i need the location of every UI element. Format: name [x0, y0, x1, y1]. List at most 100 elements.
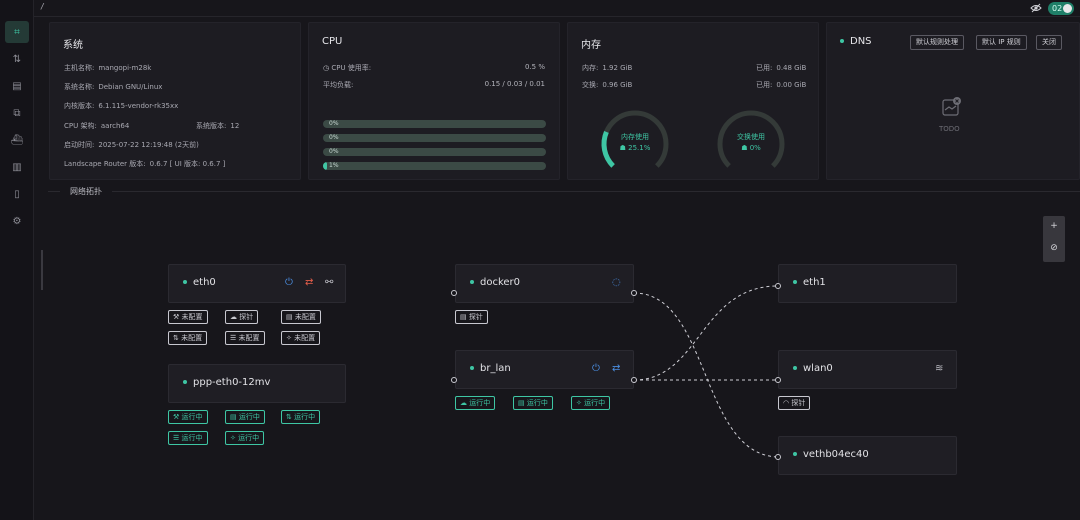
hostname-row: 主机名称: mangopi-m28k	[64, 64, 152, 72]
storage-icon: ▤	[518, 399, 527, 407]
link-icon[interactable]: ⚯	[325, 277, 333, 288]
memory-gauge: 内存使用 ☗ 25.1%	[600, 109, 670, 179]
loadavg-row: 平均负载:	[323, 81, 354, 89]
wlan0-port[interactable]	[775, 377, 781, 383]
eth0-status-chip[interactable]: ☰ 未配置	[225, 331, 265, 345]
mem-used-row: 已用: 0.48 GiB	[756, 64, 807, 72]
load-row: 系统版本: 12	[196, 122, 240, 130]
node-eth1[interactable]: eth1	[778, 264, 957, 303]
br-lan-port-right[interactable]	[631, 377, 637, 383]
storage-icon: ▤	[286, 313, 295, 321]
br-lan-status-chip[interactable]: ☁ 运行中	[455, 396, 496, 410]
kernel-row: 内核版本: 6.1.115-vendor-rk35xx	[64, 102, 179, 110]
default-rule-button[interactable]: 默认规则处理	[910, 35, 964, 50]
dns-placeholder-text: TODO	[939, 125, 960, 133]
tools-icon: ⚒	[173, 313, 182, 321]
link-brlan-eth1	[633, 285, 779, 381]
status-dot	[470, 366, 474, 370]
ppp-status-chip[interactable]: ▤ 运行中	[225, 410, 265, 424]
ppp-status-chip[interactable]: ✧ 运行中	[225, 431, 265, 445]
scrollbar[interactable]	[41, 250, 43, 290]
node-name: ppp-eth0-12mv	[183, 377, 270, 388]
wlan0-status-chip[interactable]: ◠ 探针	[778, 396, 811, 410]
sort-arrows-icon[interactable]: ⇅	[5, 48, 29, 70]
list-icon: ☰	[173, 434, 182, 442]
route-icon[interactable]: ⇄	[612, 363, 620, 374]
sort-arrows-icon: ⇅	[286, 413, 295, 421]
boot-row: 启动时间: 2025-07-22 12:19:48 (2天前)	[64, 141, 199, 149]
eye-hidden-icon[interactable]: ⊘	[1043, 243, 1065, 253]
node-br-lan[interactable]: br_lan ⏻ ⇄	[455, 350, 634, 389]
os-row: 系统名称: Debian GNU/Linux	[64, 83, 163, 91]
topology-toolbar: + ⊘	[1043, 216, 1065, 262]
memory-chip-icon: ☗	[741, 144, 750, 152]
memory-chip-icon: ☗	[619, 144, 629, 152]
zoom-in-icon[interactable]: +	[1043, 221, 1065, 231]
list-icon: ☰	[230, 334, 239, 342]
node-docker0[interactable]: docker0 ◌	[455, 264, 634, 303]
eth0-status-chip[interactable]: ✧ 未配置	[281, 331, 321, 345]
network-topology-icon[interactable]: ⧉	[5, 102, 29, 124]
veth-port[interactable]	[775, 454, 781, 460]
br-lan-status-chip[interactable]: ✧ 运行中	[571, 396, 611, 410]
default-ip-rule-button[interactable]: 默认 IP 规则	[976, 35, 1027, 50]
swap-gauge-label: 交换使用	[737, 133, 765, 141]
system-title: 系统	[63, 40, 83, 51]
ppp-status-chip[interactable]: ⚒ 运行中	[168, 410, 208, 424]
eth0-status-chip[interactable]: ☁ 探针	[225, 310, 259, 324]
chart-icon[interactable]: ▥	[5, 156, 29, 178]
link-docker0-veth	[633, 292, 779, 458]
node-name: eth1	[793, 277, 826, 288]
cloud-icon: ☁	[460, 399, 470, 407]
power-icon[interactable]: ⏻	[285, 277, 293, 288]
settings-icon[interactable]: ⚙	[5, 210, 29, 232]
ppp-status-chip[interactable]: ☰ 运行中	[168, 431, 208, 445]
eth0-status-chip[interactable]: ⚒ 未配置	[168, 310, 208, 324]
eye-hidden-icon[interactable]	[1030, 3, 1042, 13]
docker0-port-left[interactable]	[451, 290, 457, 296]
cpu-title: CPU	[322, 36, 343, 47]
empty-placeholder-icon	[942, 97, 961, 116]
sidebar: ⌗ ⇅ ▤ ⧉ ⛴ ▥ ▯ ⚙	[0, 0, 34, 520]
cpu-core-bar: 0%	[323, 148, 546, 156]
node-veth[interactable]: vethb04ec40	[778, 436, 957, 475]
memory-gauge-label: 内存使用	[621, 133, 649, 141]
br-lan-status-chip[interactable]: ▤ 运行中	[513, 396, 553, 410]
memory-title: 内存	[581, 40, 601, 51]
swap-row: 交换: 0.96 GiB	[582, 81, 633, 89]
eth0-status-chip[interactable]: ⇅ 未配置	[168, 331, 208, 345]
document-icon[interactable]: ▯	[5, 183, 29, 205]
dashboard-icon[interactable]: ⌗	[5, 21, 29, 43]
docker-icon[interactable]: ⛴	[5, 129, 29, 151]
arch-row: CPU 架构: aarch64	[64, 122, 130, 130]
node-wlan0[interactable]: wlan0 ≋	[778, 350, 957, 389]
node-name: vethb04ec40	[793, 449, 869, 460]
cpu-card: CPU ◷ CPU 使用率: 0.5 % 平均负载: 0.15 / 0.03 /…	[308, 22, 560, 180]
swap-gauge: 交换使用 ☗ 0%	[716, 109, 786, 179]
docker0-port-right[interactable]	[631, 290, 637, 296]
status-dot	[840, 39, 844, 43]
ppp-status-chip[interactable]: ⇅ 运行中	[281, 410, 321, 424]
memory-card: 内存 内存: 1.92 GiB 已用: 0.48 GiB 交换: 0.96 GiB 已…	[567, 22, 819, 180]
status-toggle[interactable]: 02	[1048, 2, 1074, 15]
eth1-port[interactable]	[775, 283, 781, 289]
version-row: Landscape Router 版本: 0.6.7 [ UI 版本: 0.6.7…	[64, 160, 226, 168]
dns-title: DNS	[840, 36, 872, 47]
toggle-knob	[1063, 4, 1072, 13]
node-eth0[interactable]: eth0 ⏻ ⇄ ⚯	[168, 264, 346, 303]
cpu-core-bar: 1%	[323, 162, 546, 170]
breadcrumb: /	[40, 2, 45, 11]
node-ppp-eth0[interactable]: ppp-eth0-12mv	[168, 364, 346, 403]
route-icon[interactable]: ⇄	[305, 277, 313, 288]
close-dns-button[interactable]: 关闭	[1036, 35, 1062, 50]
docker0-status-chip[interactable]: ▤ 探针	[455, 310, 488, 324]
power-icon[interactable]: ⏻	[592, 363, 600, 374]
eth0-status-chip[interactable]: ▤ 未配置	[281, 310, 321, 324]
tools-icon: ⚒	[173, 413, 182, 421]
storage-icon[interactable]: ▤	[5, 75, 29, 97]
memory-gauge-value: ☗ 25.1%	[619, 144, 651, 152]
br-lan-port-left[interactable]	[451, 377, 457, 383]
cpu-usage-value: 0.5 %	[524, 63, 545, 71]
mem-row: 内存: 1.92 GiB	[582, 64, 633, 72]
loading-icon: ◌	[612, 277, 621, 288]
